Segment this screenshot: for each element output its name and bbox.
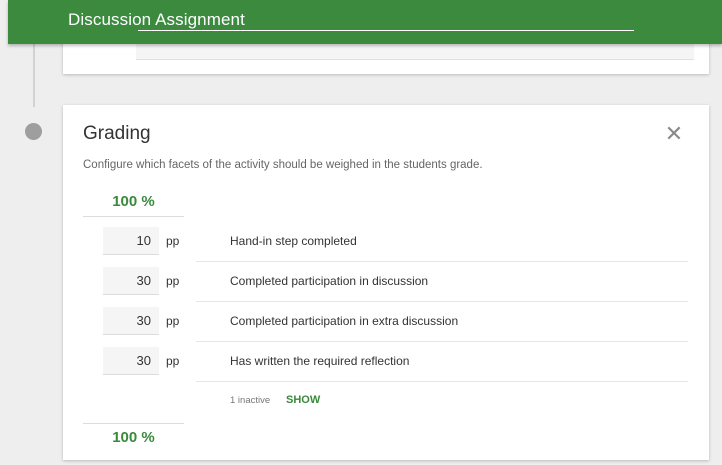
points-input[interactable] [103, 227, 159, 255]
close-icon[interactable]: ✕ [663, 123, 685, 145]
inactive-count: 1 inactive [230, 395, 271, 406]
points-input[interactable] [103, 267, 159, 295]
page: Discussion Assignment Grading ✕ Configur… [0, 0, 722, 465]
title-underline [138, 30, 634, 31]
points-unit: pp [166, 354, 180, 368]
total-percentage-bottom: 100 % [83, 423, 184, 449]
points-unit: pp [166, 314, 180, 328]
total-percentage-top: 100 % [83, 191, 184, 217]
grading-row: pp Hand-in step completed [63, 222, 709, 262]
grading-row: pp Completed participation in discussion [63, 262, 709, 302]
show-inactive-button[interactable]: SHOW [286, 394, 320, 406]
points-input[interactable] [103, 347, 159, 375]
facet-label: Hand-in step completed [230, 234, 357, 248]
timeline-dot [25, 123, 42, 140]
facet-label: Has written the required reflection [230, 354, 410, 368]
assignment-title[interactable]: Discussion Assignment [68, 10, 245, 30]
points-unit: pp [166, 234, 180, 248]
header-bar: Discussion Assignment [8, 0, 722, 44]
facet-label: Completed participation in extra discuss… [230, 314, 459, 328]
row-divider [196, 381, 688, 382]
timeline-line [33, 44, 35, 107]
grading-card: Grading ✕ Configure which facets of the … [63, 105, 709, 460]
points-input[interactable] [103, 307, 159, 335]
grading-title: Grading [83, 123, 151, 144]
grading-row: pp Has written the required reflection [63, 342, 709, 382]
grading-row: pp Completed participation in extra disc… [63, 302, 709, 342]
facet-label: Completed participation in discussion [230, 274, 429, 288]
points-unit: pp [166, 274, 180, 288]
grading-description: Configure which facets of the activity s… [83, 159, 483, 171]
